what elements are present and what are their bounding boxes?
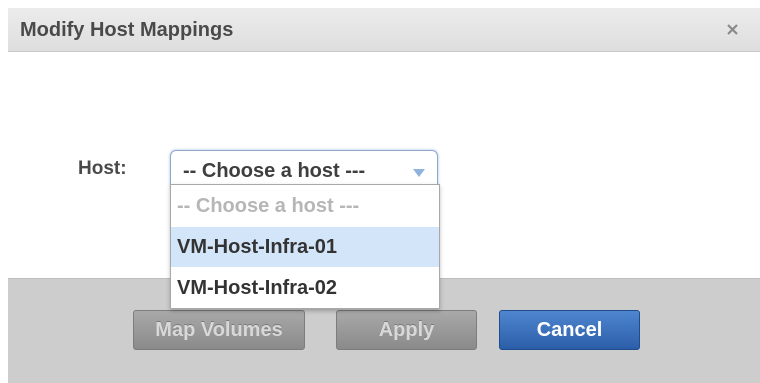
dialog-title: Modify Host Mappings <box>20 19 234 41</box>
host-dropdown-list: -- Choose a host --- VM-Host-Infra-01 VM… <box>170 184 440 309</box>
dialog-titlebar: Modify Host Mappings <box>8 8 760 52</box>
host-option-vm-host-infra-02[interactable]: VM-Host-Infra-02 <box>171 268 439 308</box>
chevron-down-icon <box>413 165 425 177</box>
host-option-placeholder[interactable]: -- Choose a host --- <box>171 186 439 226</box>
close-icon[interactable] <box>720 16 746 42</box>
map-volumes-button[interactable]: Map Volumes <box>133 310 305 350</box>
host-select-value: -- Choose a host --- <box>183 160 366 182</box>
host-label: Host: <box>78 158 127 179</box>
cancel-button[interactable]: Cancel <box>499 310 640 350</box>
host-option-vm-host-infra-01[interactable]: VM-Host-Infra-01 <box>171 227 439 267</box>
apply-button[interactable]: Apply <box>336 310 477 350</box>
modify-host-mappings-dialog: Modify Host Mappings Host: -- Choose a h… <box>8 8 760 383</box>
